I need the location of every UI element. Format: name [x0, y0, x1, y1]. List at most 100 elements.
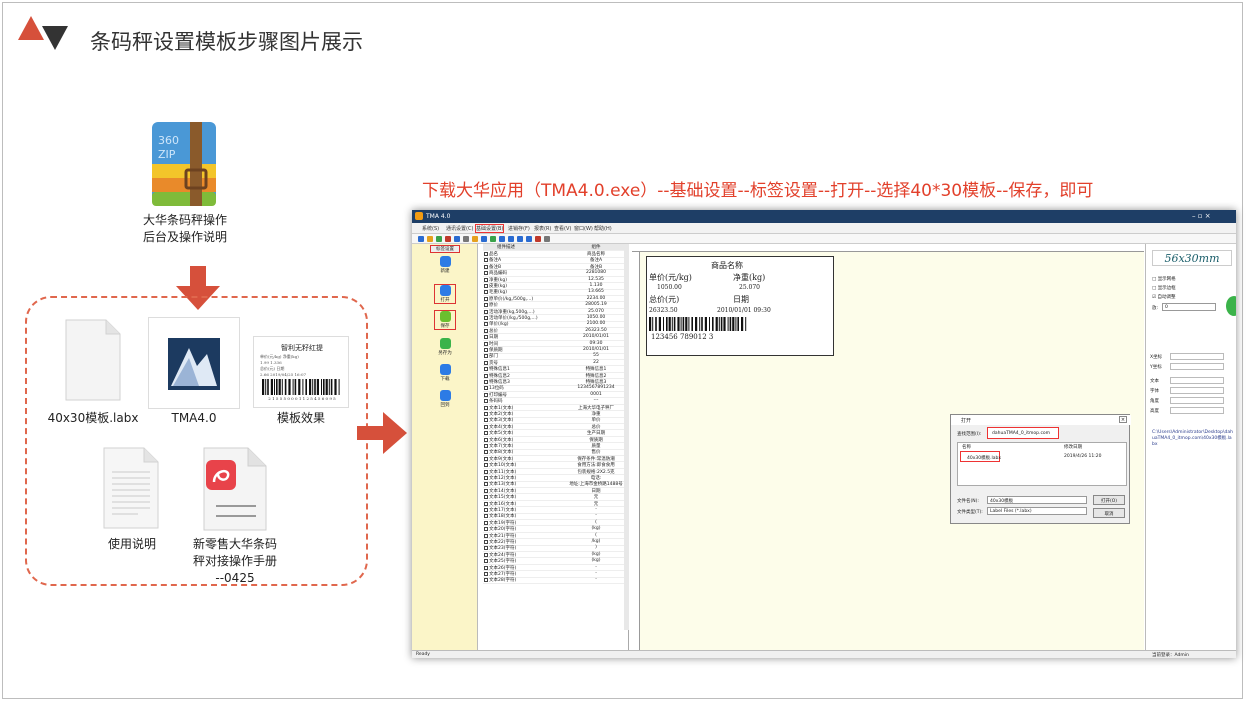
grid-row-checkbox[interactable]	[484, 482, 488, 487]
grid-row-checkbox[interactable]	[484, 348, 488, 352]
toolbar-tool-icon[interactable]	[508, 236, 514, 242]
grid-row-checkbox[interactable]	[484, 565, 488, 570]
template-preview[interactable]: 智利无籽红提 单价(元/kg) 净重(kg) 1.99 1.336 总价(元) …	[253, 336, 349, 408]
grid-row-checkbox[interactable]	[484, 380, 488, 384]
opt-auto-adjust[interactable]: ☑ 自动调整	[1152, 294, 1175, 300]
grid-row-checkbox[interactable]	[484, 437, 488, 442]
window-controls-icon[interactable]: – ▫ ×	[1192, 212, 1211, 220]
menu-item-7[interactable]: 帮助(H)	[594, 225, 612, 232]
property-input[interactable]	[1170, 387, 1224, 394]
dialog-cancel-button[interactable]: 取消	[1093, 508, 1125, 518]
grid-row-checkbox[interactable]	[484, 552, 488, 557]
toolbar-tool-icon[interactable]	[454, 236, 460, 242]
toolbar-tool-icon[interactable]	[481, 236, 487, 242]
grid-row-checkbox[interactable]	[484, 360, 488, 365]
grid-row-checkbox[interactable]	[484, 501, 488, 506]
side-tab-icon[interactable]	[1226, 296, 1236, 316]
grid-row-checkbox[interactable]	[484, 431, 488, 436]
grid-row-checkbox[interactable]	[484, 578, 488, 583]
grid-row-checkbox[interactable]	[484, 341, 488, 346]
menu-item-0[interactable]: 系统(S)	[422, 225, 439, 232]
menu-item-6[interactable]: 窗口(W)	[574, 225, 593, 232]
grid-row-checkbox[interactable]	[484, 456, 488, 461]
grid-row[interactable]: 文本28(字符) -	[483, 577, 629, 584]
grid-row-checkbox[interactable]	[484, 533, 488, 538]
toolbar-tool-icon[interactable]	[472, 236, 478, 242]
property-input[interactable]	[1170, 353, 1224, 360]
left-button-1[interactable]: 打开	[434, 284, 456, 304]
left-button-4[interactable]: 下载	[434, 364, 456, 382]
grid-row-checkbox[interactable]	[484, 508, 488, 512]
pdf-file-icon[interactable]	[196, 446, 270, 532]
grid-row-checkbox[interactable]	[484, 559, 488, 564]
grid-row-checkbox[interactable]	[484, 290, 488, 295]
grid-row-checkbox[interactable]	[484, 540, 488, 544]
toolbar-tool-icon[interactable]	[535, 236, 541, 242]
left-button-3[interactable]: 另存为	[434, 338, 456, 356]
toolbar-tool-icon[interactable]	[436, 236, 442, 242]
grid-row-checkbox[interactable]	[484, 424, 488, 429]
property-input[interactable]	[1170, 363, 1224, 370]
grid-row-checkbox[interactable]	[484, 367, 488, 372]
tma-app-icon[interactable]	[148, 317, 240, 409]
toolbar-tool-icon[interactable]	[463, 236, 469, 242]
zip-archive-icon[interactable]: 360 ZIP	[150, 120, 218, 208]
toolbar-tool-icon[interactable]	[499, 236, 505, 242]
grid-row-checkbox[interactable]	[484, 328, 488, 333]
dialog-close-icon[interactable]: ×	[1119, 416, 1127, 423]
grid-row-checkbox[interactable]	[484, 392, 488, 397]
toolbar-tool-icon[interactable]	[490, 236, 496, 242]
menu-item-5[interactable]: 查看(V)	[554, 225, 571, 232]
property-input[interactable]	[1170, 377, 1224, 384]
grid-row-checkbox[interactable]	[484, 335, 488, 340]
grid-row-checkbox[interactable]	[484, 264, 488, 269]
grid-row-checkbox[interactable]	[484, 284, 488, 288]
label-design[interactable]: 商品名称 单价(元/kg) 净重(kg) 1050.00 25.070 总价(元…	[646, 256, 834, 356]
grid-row-checkbox[interactable]	[484, 277, 488, 282]
document-file-icon[interactable]	[98, 446, 164, 530]
left-button-0[interactable]: 新建	[434, 256, 456, 274]
grid-row-checkbox[interactable]	[484, 322, 488, 327]
grid-row-checkbox[interactable]	[484, 527, 488, 532]
grid-row-checkbox[interactable]	[484, 252, 488, 256]
property-input[interactable]	[1170, 407, 1224, 414]
grid-row-checkbox[interactable]	[484, 476, 488, 480]
grid-row-checkbox[interactable]	[484, 373, 488, 378]
grid-row-checkbox[interactable]	[484, 303, 488, 308]
dialog-open-button[interactable]: 打开(O)	[1093, 495, 1125, 505]
grid-row-checkbox[interactable]	[484, 469, 488, 474]
toolbar-tool-icon[interactable]	[445, 236, 451, 242]
grid-row-checkbox[interactable]	[484, 386, 488, 391]
dialog-file-row[interactable]: 40x30模板.labx	[960, 451, 1001, 462]
grid-scrollbar[interactable]	[624, 250, 629, 630]
toolbar-tool-icon[interactable]	[517, 236, 523, 242]
menu-item-2[interactable]: 基础设置(B)	[474, 224, 505, 233]
toolbar-tool-icon[interactable]	[526, 236, 532, 242]
grid-row-checkbox[interactable]	[484, 399, 488, 404]
grid-row-checkbox[interactable]	[484, 546, 488, 551]
grid-row-checkbox[interactable]	[484, 271, 488, 276]
left-button-5[interactable]: 回到	[434, 390, 456, 408]
label-settings-tab[interactable]: 标签设置	[430, 245, 460, 253]
left-button-2[interactable]: 保存	[434, 310, 456, 330]
opt-show-border[interactable]: □ 显示边框	[1152, 285, 1176, 291]
design-canvas[interactable]: 商品名称 单价(元/kg) 净重(kg) 1050.00 25.070 总价(元…	[632, 244, 1144, 650]
grid-row-checkbox[interactable]	[484, 309, 488, 314]
dialog-filetype-select[interactable]: Label Files (*.labx)	[987, 507, 1087, 515]
grid-row-checkbox[interactable]	[484, 444, 488, 448]
grid-row-checkbox[interactable]	[484, 354, 488, 359]
grid-row-checkbox[interactable]	[484, 463, 488, 468]
grid-row-checkbox[interactable]	[484, 418, 488, 423]
grid-row-checkbox[interactable]	[484, 495, 488, 500]
opt-show-grid[interactable]: □ 显示网格	[1152, 276, 1176, 282]
toolbar-tool-icon[interactable]	[418, 236, 424, 242]
labx-file-icon[interactable]	[58, 318, 126, 402]
toolbar-tool-icon[interactable]	[544, 236, 550, 242]
dialog-filename-input[interactable]: 40x30模板	[987, 496, 1087, 504]
menu-item-4[interactable]: 报表(R)	[534, 225, 551, 232]
grid-row-checkbox[interactable]	[484, 514, 488, 519]
grid-row-checkbox[interactable]	[484, 450, 488, 455]
zoom-select[interactable]: 0	[1162, 303, 1216, 311]
grid-row-checkbox[interactable]	[484, 412, 488, 416]
grid-row-checkbox[interactable]	[484, 316, 488, 320]
